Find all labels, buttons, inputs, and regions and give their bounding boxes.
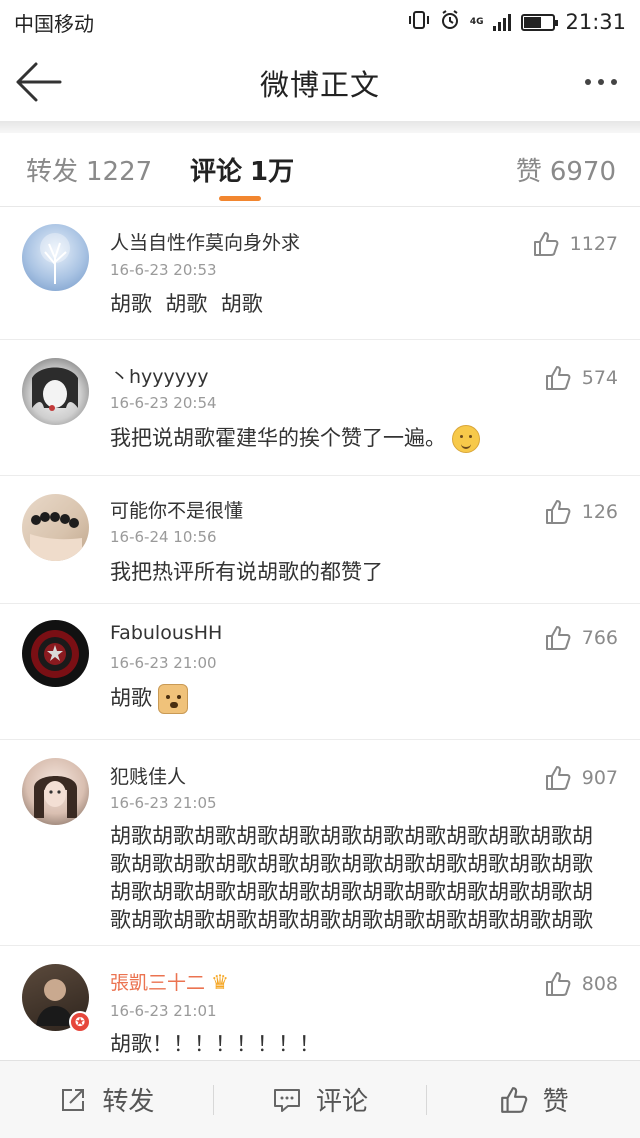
share-icon: [62, 1088, 85, 1111]
tab-like[interactable]: 赞 6970: [516, 151, 616, 188]
doge-emoji: [158, 684, 188, 714]
username-text: 張凱三十二: [110, 972, 206, 994]
like-button[interactable]: 907: [544, 764, 618, 792]
nav-bar: 微博正文: [0, 44, 640, 122]
avatar[interactable]: [22, 358, 89, 425]
comment-time: 16-6-23 21:00: [110, 654, 217, 672]
signal-icon: [493, 13, 512, 31]
tab-like-label: 赞: [515, 157, 542, 187]
verified-badge-icon: ✪: [69, 1011, 91, 1033]
back-button[interactable]: [12, 60, 64, 104]
avatar[interactable]: ✪: [22, 964, 91, 1033]
active-tab-indicator: [219, 196, 261, 201]
like-count: 808: [581, 973, 618, 995]
more-button[interactable]: [576, 62, 626, 102]
thumbs-up-icon: [545, 626, 571, 650]
repost-button[interactable]: 转发: [0, 1081, 213, 1118]
thumbs-up-icon: [500, 1086, 527, 1113]
comment-username[interactable]: 人当自性作莫向身外求: [110, 228, 300, 255]
tab-comment[interactable]: 评论 1万: [190, 151, 294, 188]
battery-icon: [521, 13, 559, 31]
comment-item: 人当自性作莫向身外求 16-6-23 20:53 胡歌 胡歌 胡歌 1127: [0, 208, 640, 340]
like-count: 766: [581, 627, 618, 649]
comment-item: FabulousHH 16-6-23 21:00 胡歌 766: [0, 604, 640, 740]
status-icons: 4G 21:31: [408, 9, 626, 35]
comment-username[interactable]: FabulousHH: [110, 622, 222, 644]
more-dots-icon: [585, 79, 591, 85]
like-count: 907: [581, 767, 618, 789]
thumbs-up-icon: [533, 232, 559, 256]
thumbs-up-icon: [545, 766, 571, 790]
tab-bar: 转发 1227 评论 1万 赞 6970: [0, 133, 640, 207]
comment-item: ✪ 張凱三十二 ♛ 16-6-23 21:01 胡歌！！！！！！！！ 808: [0, 946, 640, 1058]
like-button[interactable]: 126: [544, 498, 618, 526]
like-count: 1127: [569, 233, 618, 255]
comment-label: 评论: [316, 1087, 369, 1117]
comment-username[interactable]: 可能你不是很懂: [110, 496, 243, 523]
comment-text: 胡歌: [110, 684, 610, 714]
tab-comment-label: 评论: [190, 157, 243, 187]
avatar[interactable]: [22, 494, 89, 561]
avatar[interactable]: [22, 620, 89, 687]
comment-list: 人当自性作莫向身外求 16-6-23 20:53 胡歌 胡歌 胡歌 1127 丶…: [0, 208, 640, 1058]
comment-username[interactable]: 張凱三十二 ♛: [110, 968, 229, 995]
comment-time: 16-6-23 20:53: [110, 261, 217, 279]
like-label: 赞: [542, 1087, 569, 1117]
tab-like-count: 6970: [549, 157, 616, 187]
network-type: 4G: [469, 16, 484, 27]
arrow-left-icon: [16, 62, 62, 102]
like-count: 126: [581, 501, 618, 523]
repost-label: 转发: [102, 1087, 155, 1117]
comment-text-content: 胡歌: [110, 686, 152, 710]
tab-repost[interactable]: 转发 1227: [26, 151, 152, 188]
page-title: 微博正文: [259, 68, 380, 102]
like-count: 574: [581, 367, 618, 389]
comment-text: 胡歌胡歌胡歌胡歌胡歌胡歌胡歌胡歌胡歌胡歌胡歌胡歌胡歌胡歌胡歌胡歌胡歌胡歌胡歌胡歌…: [110, 824, 593, 932]
thumbs-up-icon: [545, 500, 571, 524]
crown-icon: ♛: [211, 970, 229, 994]
battery-fill: [524, 16, 542, 28]
comment-text: 胡歌！！！！！！！！: [110, 1032, 320, 1056]
comment-item: 犯贱佳人 16-6-23 21:05 胡歌胡歌胡歌胡歌胡歌胡歌胡歌胡歌胡歌胡歌胡…: [0, 740, 640, 946]
comment-text: 我把说胡歌霍建华的挨个赞了一遍。: [110, 424, 610, 453]
tab-repost-count: 1227: [86, 157, 153, 187]
bottom-action-bar: 转发 评论 赞: [0, 1060, 640, 1138]
tab-repost-label: 转发: [26, 157, 79, 187]
comment-text: 胡歌 胡歌 胡歌: [110, 292, 263, 316]
like-post-button[interactable]: 赞: [427, 1081, 640, 1118]
comment-item: 可能你不是很懂 16-6-24 10:56 我把热评所有说胡歌的都赞了 126: [0, 476, 640, 604]
carrier-name: 中国移动: [14, 11, 94, 36]
comment-time: 16-6-23 20:54: [110, 394, 217, 412]
like-button[interactable]: 766: [544, 624, 618, 652]
thumbs-up-icon: [545, 366, 571, 390]
nav-divider: [0, 121, 640, 133]
status-bar: 中国移动 4G 21:31: [0, 0, 640, 44]
thumbs-up-icon: [545, 972, 571, 996]
comment-icon: [274, 1088, 300, 1112]
avatar[interactable]: [22, 224, 89, 291]
comment-username[interactable]: 犯贱佳人: [110, 762, 186, 789]
vibrate-icon: [408, 10, 430, 34]
comment-text-content: 我把说胡歌霍建华的挨个赞了一遍。: [110, 426, 446, 450]
alarm-icon: [440, 9, 460, 35]
like-button[interactable]: 1127: [532, 230, 618, 258]
comment-item: 丶hyyyyyy 16-6-23 20:54 我把说胡歌霍建华的挨个赞了一遍。 …: [0, 340, 640, 476]
comment-button[interactable]: 评论: [214, 1081, 427, 1118]
like-button[interactable]: 808: [544, 970, 618, 998]
avatar[interactable]: [22, 758, 89, 825]
comment-text: 我把热评所有说胡歌的都赞了: [110, 560, 383, 584]
comment-username[interactable]: 丶hyyyyyy: [110, 362, 209, 389]
comment-time: 16-6-23 21:05: [110, 794, 217, 812]
smiling-face-emoji: [452, 425, 480, 453]
clock: 21:31: [565, 10, 626, 34]
comment-time: 16-6-23 21:01: [110, 1002, 217, 1020]
tab-comment-count: 1万: [250, 157, 295, 187]
like-button[interactable]: 574: [544, 364, 618, 392]
comment-time: 16-6-24 10:56: [110, 528, 217, 546]
